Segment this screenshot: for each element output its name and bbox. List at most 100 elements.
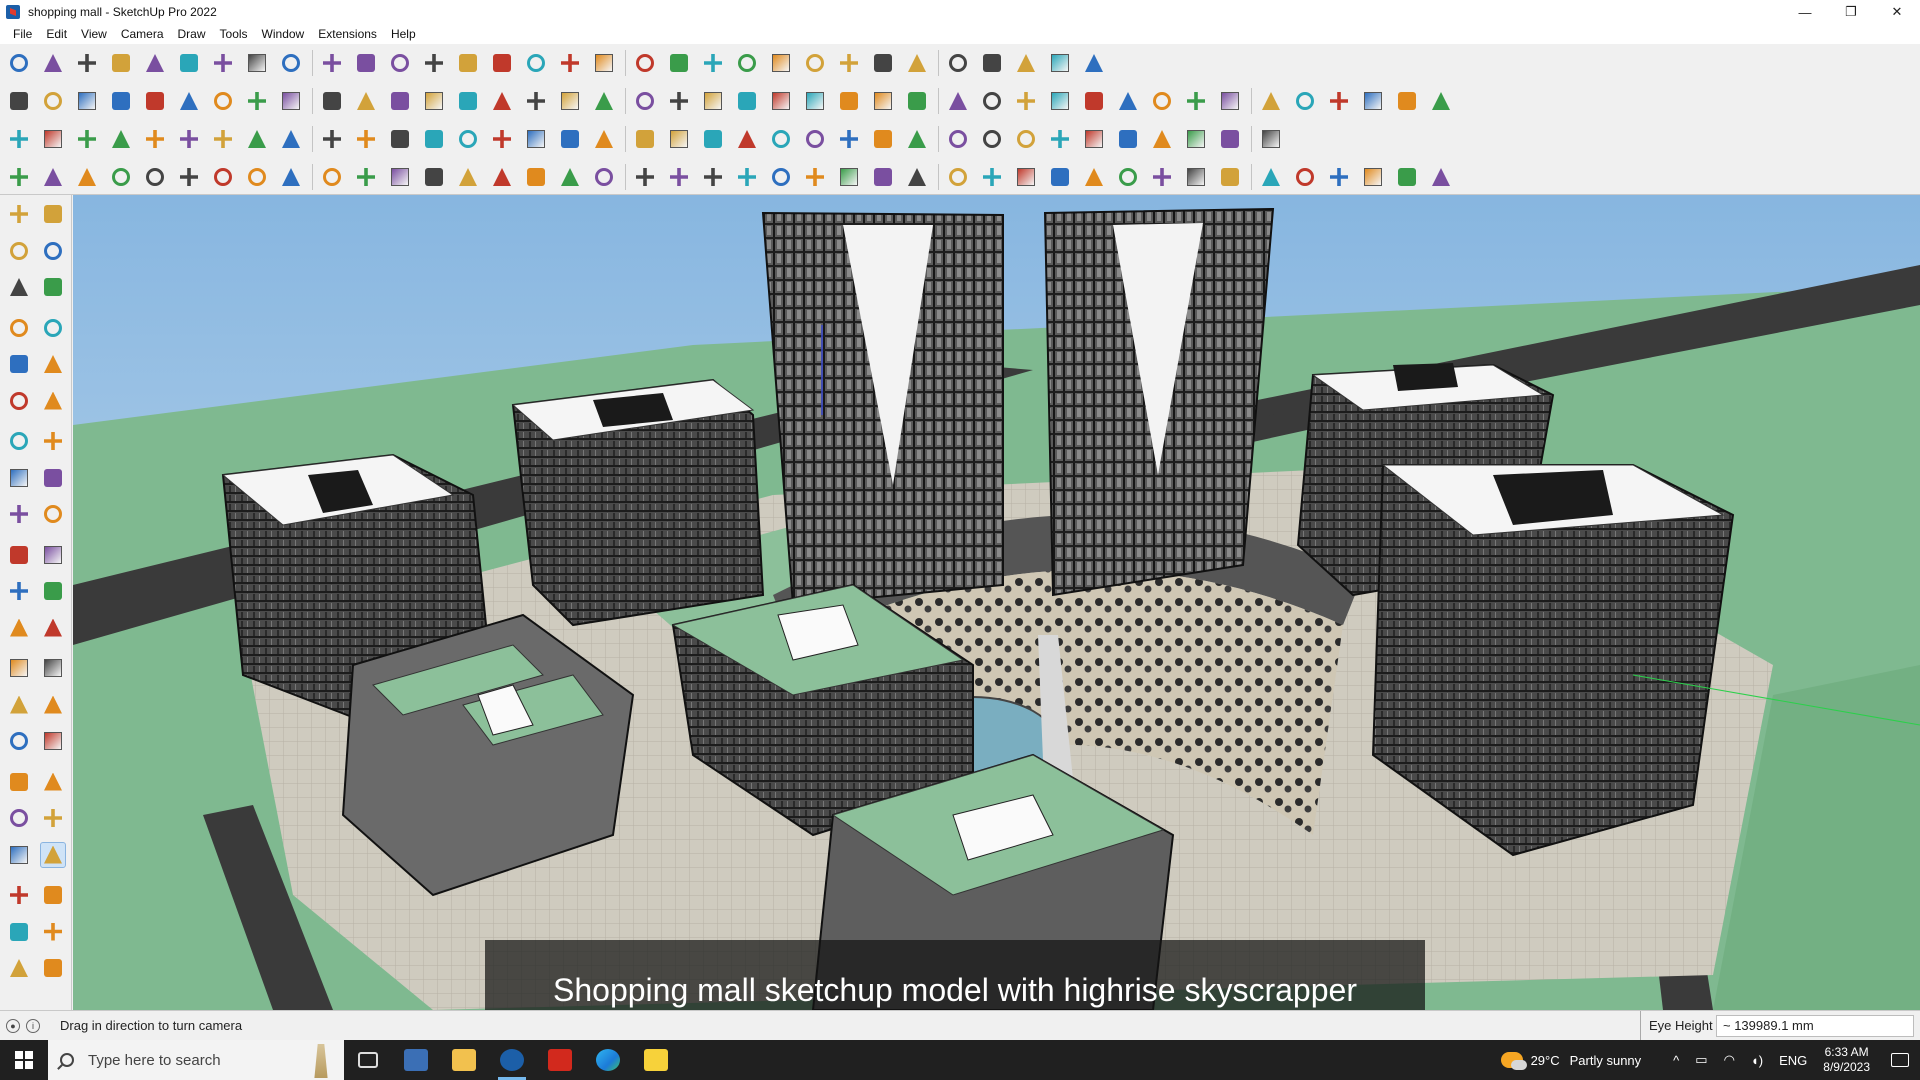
grid-icon[interactable] xyxy=(1149,126,1175,152)
network-icon[interactable]: ◠ xyxy=(1724,1052,1735,1068)
menu-edit[interactable]: Edit xyxy=(39,24,74,44)
show-hidden-icons-icon[interactable]: ^ xyxy=(1673,1053,1679,1068)
solid-icon[interactable] xyxy=(945,50,971,76)
spiral-icon[interactable] xyxy=(734,126,760,152)
stairs-icon[interactable] xyxy=(632,164,658,190)
blue-plane-icon[interactable] xyxy=(6,126,32,152)
calculator-button[interactable] xyxy=(392,1040,440,1080)
green-box-icon[interactable] xyxy=(523,88,549,114)
rotated-rectangle-icon[interactable] xyxy=(40,351,66,377)
select-icon[interactable] xyxy=(6,201,32,227)
section-icon[interactable] xyxy=(870,50,896,76)
stairs-icon[interactable] xyxy=(1360,164,1386,190)
zoom-icon[interactable] xyxy=(6,50,32,76)
shape-icon[interactable] xyxy=(1428,88,1454,114)
dots-icon[interactable] xyxy=(1183,126,1209,152)
protractor-icon[interactable] xyxy=(6,655,32,681)
stairs-icon[interactable] xyxy=(591,164,617,190)
orbit-icon[interactable] xyxy=(40,201,66,227)
weather-text[interactable]: Partly sunny xyxy=(1570,1053,1642,1068)
push-pull-icon[interactable] xyxy=(40,501,66,527)
menu-window[interactable]: Window xyxy=(255,24,312,44)
box-icon[interactable] xyxy=(353,126,379,152)
axes-icon[interactable] xyxy=(6,692,32,718)
paint-bucket-icon[interactable] xyxy=(6,238,32,264)
push-pull-icon[interactable] xyxy=(108,88,134,114)
stairs-icon[interactable] xyxy=(1047,164,1073,190)
cone-icon[interactable] xyxy=(557,126,583,152)
stairs-icon[interactable] xyxy=(1115,164,1141,190)
file-explorer-button[interactable] xyxy=(440,1040,488,1080)
extension-warehouse-icon[interactable] xyxy=(40,919,66,945)
extrude-icon[interactable] xyxy=(278,88,304,114)
grid-icon[interactable] xyxy=(1258,126,1284,152)
redo-icon[interactable] xyxy=(1047,50,1073,76)
grid-icon[interactable] xyxy=(278,126,304,152)
search-highlight-icon[interactable] xyxy=(314,1044,328,1078)
stairs-icon[interactable] xyxy=(1292,164,1318,190)
pie-icon[interactable] xyxy=(6,465,32,491)
curtain-icon[interactable] xyxy=(319,126,345,152)
cross-icon[interactable] xyxy=(523,126,549,152)
ring-icon[interactable] xyxy=(1081,88,1107,114)
tools-icon[interactable] xyxy=(836,88,862,114)
components-icon[interactable] xyxy=(802,50,828,76)
bend-icon[interactable] xyxy=(319,164,345,190)
line-icon[interactable] xyxy=(353,164,379,190)
warehouse-icon[interactable] xyxy=(6,919,32,945)
house-icon[interactable] xyxy=(632,88,658,114)
sphere-icon[interactable] xyxy=(244,164,270,190)
stairs-icon[interactable] xyxy=(1149,164,1175,190)
plane-icon[interactable] xyxy=(489,88,515,114)
stairs-icon[interactable] xyxy=(768,164,794,190)
house-icon[interactable] xyxy=(591,88,617,114)
house-icon[interactable] xyxy=(734,88,760,114)
bulb-icon[interactable] xyxy=(278,164,304,190)
extrude-icon[interactable] xyxy=(244,88,270,114)
front-view-icon[interactable] xyxy=(74,88,100,114)
frame-icon[interactable] xyxy=(489,164,515,190)
extrude-icon[interactable] xyxy=(353,88,379,114)
tape-measure-icon[interactable] xyxy=(6,615,32,641)
follow-me-icon[interactable] xyxy=(40,542,66,568)
house-icon[interactable] xyxy=(666,88,692,114)
layout-icon[interactable] xyxy=(6,955,32,981)
look-around-icon[interactable] xyxy=(40,841,66,868)
flip-icon[interactable] xyxy=(979,50,1005,76)
move-icon[interactable] xyxy=(6,501,32,527)
stairs-icon[interactable] xyxy=(1013,164,1039,190)
push-pull-icon[interactable] xyxy=(210,50,236,76)
weather-icon[interactable] xyxy=(1500,1052,1527,1070)
spline-icon[interactable] xyxy=(40,164,66,190)
pencil-icon[interactable] xyxy=(108,50,134,76)
warehouse-icon[interactable] xyxy=(632,50,658,76)
extrude-icon[interactable] xyxy=(319,88,345,114)
position-camera-icon[interactable] xyxy=(6,842,32,868)
text-icon[interactable] xyxy=(40,655,66,681)
menu-help[interactable]: Help xyxy=(384,24,423,44)
red-box-icon[interactable] xyxy=(244,126,270,152)
tape-measure-icon[interactable] xyxy=(387,50,413,76)
minimize-button[interactable]: — xyxy=(1782,0,1828,24)
stairs-icon[interactable] xyxy=(802,164,828,190)
orbit-icon[interactable] xyxy=(489,50,515,76)
green-box-icon[interactable] xyxy=(557,88,583,114)
walk-icon[interactable] xyxy=(6,882,32,908)
weather-temp[interactable]: 29°C xyxy=(1531,1053,1560,1068)
scale-icon[interactable] xyxy=(6,578,32,604)
eraser-icon[interactable] xyxy=(40,238,66,264)
green-plane-icon[interactable] xyxy=(108,126,134,152)
shape-icon[interactable] xyxy=(1360,88,1386,114)
ring-icon[interactable] xyxy=(904,88,930,114)
line-icon[interactable] xyxy=(455,164,481,190)
clock[interactable]: 6:33 AM 8/9/2023 xyxy=(1823,1045,1870,1075)
display-icon[interactable]: ▭ xyxy=(1695,1052,1707,1068)
stairs-icon[interactable] xyxy=(1183,164,1209,190)
follow-me-icon[interactable] xyxy=(244,50,270,76)
fredo-icon[interactable] xyxy=(768,88,794,114)
arc-2-icon[interactable] xyxy=(40,428,66,454)
curve-icon[interactable] xyxy=(387,126,413,152)
zoom-icon[interactable] xyxy=(6,769,32,795)
bezier-icon[interactable] xyxy=(6,164,32,190)
extrude-icon[interactable] xyxy=(142,88,168,114)
